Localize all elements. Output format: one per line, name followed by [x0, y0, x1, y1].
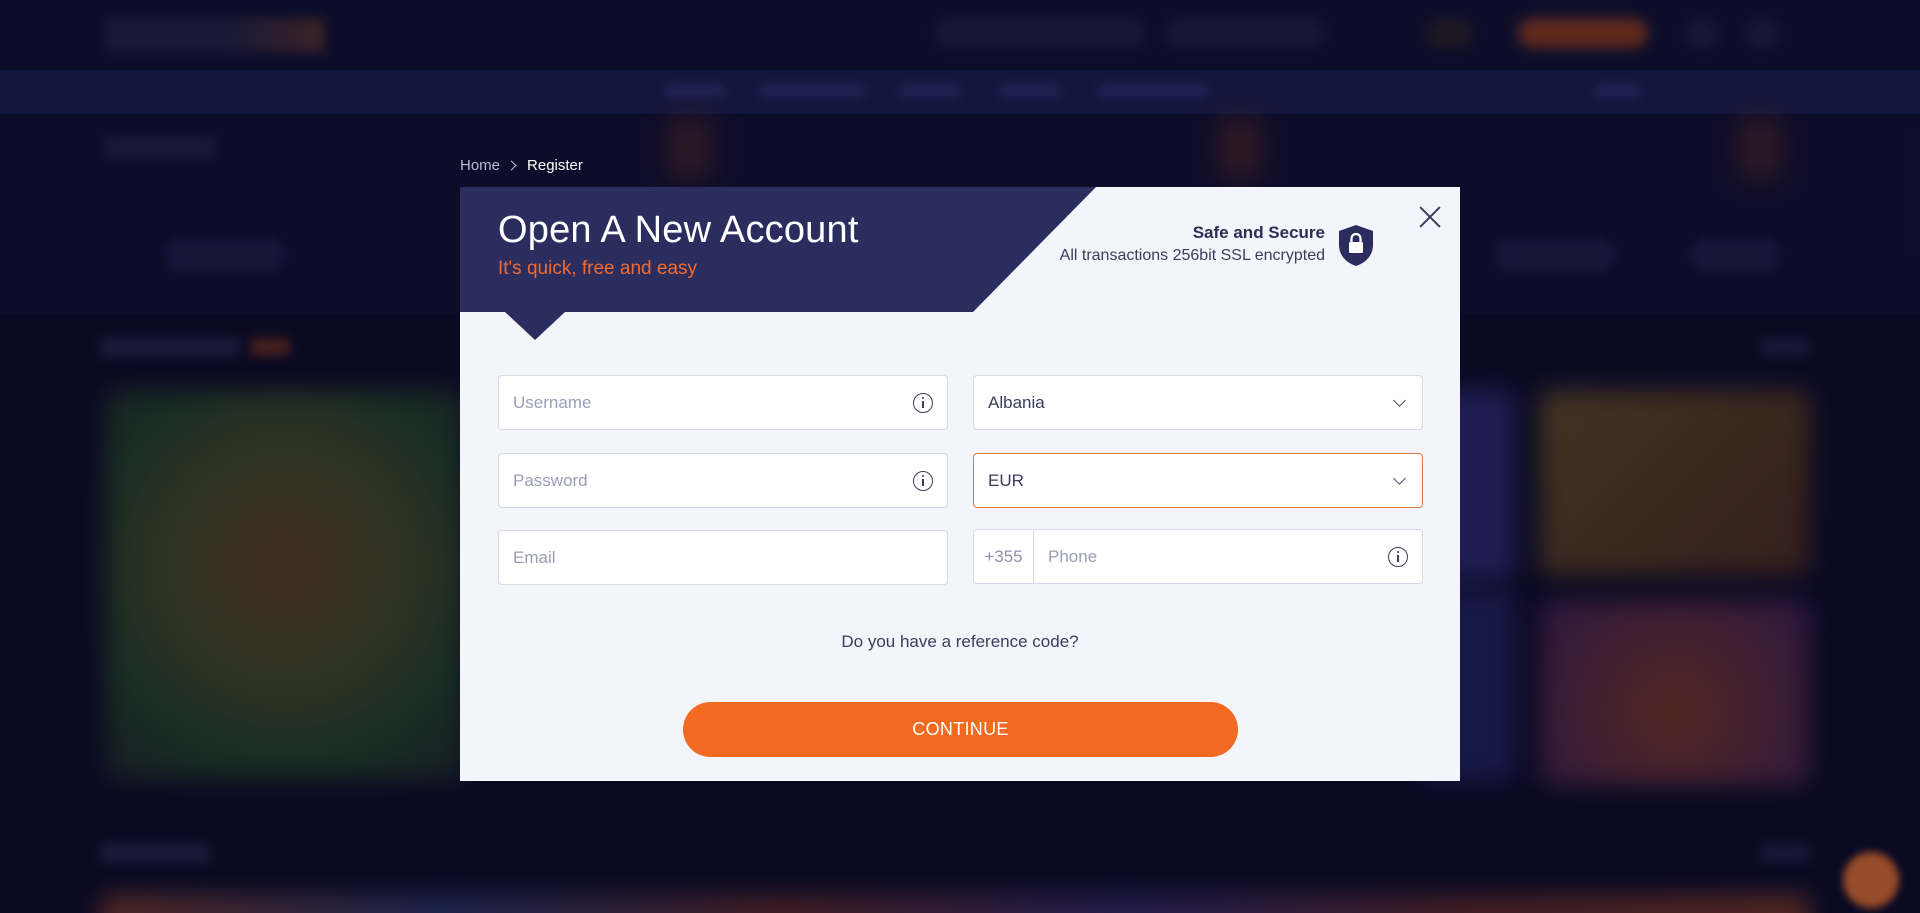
username-input[interactable]: [499, 376, 913, 429]
country-select[interactable]: Albania: [973, 375, 1423, 430]
email-field: [498, 530, 948, 585]
modal-title: Open A New Account: [498, 209, 859, 251]
secure-title: Safe and Secure: [1192, 223, 1325, 242]
chevron-right-icon: [506, 160, 517, 171]
info-icon[interactable]: [913, 392, 933, 413]
phone-field: +355: [973, 529, 1423, 584]
chevron-down-icon: [1393, 393, 1406, 407]
currency-selected-value: EUR: [988, 470, 1024, 490]
chat-bubble-icon[interactable]: [1843, 852, 1899, 908]
register-modal: Open A New Account It's quick, free and …: [460, 187, 1460, 781]
breadcrumb-home-link[interactable]: Home: [460, 157, 500, 174]
continue-button[interactable]: CONTINUE: [683, 702, 1238, 757]
password-input[interactable]: [499, 454, 913, 507]
phone-input[interactable]: [1034, 530, 1388, 583]
secure-info: Safe and Secure All transactions 256bit …: [1060, 223, 1325, 265]
shield-lock-icon: [1339, 225, 1373, 266]
breadcrumb: Home Register: [460, 157, 583, 174]
currency-select[interactable]: EUR: [973, 453, 1423, 508]
password-field: [498, 453, 948, 508]
secure-text: All transactions 256bit SSL encrypted: [1059, 247, 1325, 264]
info-icon[interactable]: [913, 470, 933, 491]
reference-code-link[interactable]: Do you have a reference code?: [460, 632, 1460, 652]
chevron-down-icon: [1393, 471, 1406, 485]
info-icon[interactable]: [1388, 546, 1408, 567]
email-input[interactable]: [499, 531, 947, 584]
phone-prefix: +355: [974, 530, 1034, 583]
close-icon[interactable]: [1416, 203, 1444, 231]
modal-subtitle: It's quick, free and easy: [498, 258, 698, 279]
username-field: [498, 375, 948, 430]
breadcrumb-current: Register: [527, 157, 583, 174]
country-selected-value: Albania: [988, 392, 1045, 412]
